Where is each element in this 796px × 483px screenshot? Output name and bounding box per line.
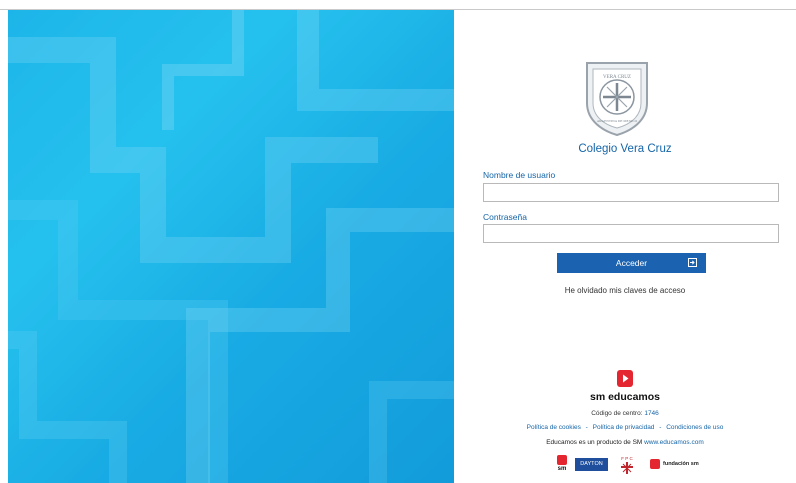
- password-input[interactable]: [483, 224, 779, 243]
- fpc-emblem-icon: [621, 462, 633, 474]
- fpc-logo-text: F P C: [621, 456, 633, 461]
- fundacion-logo-mark: [650, 459, 660, 469]
- sm-logo-text: sm: [557, 466, 567, 472]
- fpc-logo: F P C: [619, 456, 635, 474]
- center-code-label: Código de centro:: [591, 410, 643, 417]
- login-arrow-icon: [688, 258, 697, 267]
- legal-links: Política de cookies - Política de privac…: [454, 424, 796, 431]
- link-separator: -: [659, 424, 662, 431]
- center-code-value: 1746: [644, 410, 659, 417]
- decorative-background-panel: [8, 10, 454, 483]
- school-name: Colegio Vera Cruz: [578, 143, 672, 155]
- link-separator: -: [585, 424, 588, 431]
- window-top-border: [0, 0, 796, 10]
- password-label: Contraseña: [483, 212, 527, 222]
- school-crest-icon: VERA CRUZ ARGENTINA DE MEXICO: [586, 62, 648, 137]
- partner-logos: sm DAYTON F P C fundación sm: [454, 455, 796, 475]
- play-logo-icon: [617, 370, 633, 387]
- svg-text:VERA CRUZ: VERA CRUZ: [603, 75, 631, 80]
- product-info: Educamos es un producto de SM www.educam…: [454, 439, 796, 446]
- sm-logo-mark: [557, 455, 567, 465]
- dayton-logo: DAYTON: [575, 458, 608, 471]
- brand-name: sm educamos: [589, 391, 661, 403]
- cookies-policy-link[interactable]: Política de cookies: [527, 424, 581, 431]
- login-button-label: Acceder: [615, 258, 648, 268]
- login-button[interactable]: Acceder: [557, 253, 706, 273]
- sm-logo: sm: [555, 455, 569, 475]
- username-label: Nombre de usuario: [483, 170, 556, 180]
- forgot-credentials-link[interactable]: He olvidado mis claves de acceso: [454, 286, 796, 295]
- background-pattern: [8, 10, 454, 483]
- product-text: Educamos es un producto de SM: [546, 439, 643, 446]
- fundacion-logo-text: fundación sm: [663, 461, 699, 467]
- privacy-policy-link[interactable]: Política de privacidad: [593, 424, 655, 431]
- terms-of-use-link[interactable]: Condiciones de uso: [666, 424, 723, 431]
- svg-text:ARGENTINA DE MEXICO: ARGENTINA DE MEXICO: [597, 119, 638, 123]
- center-code: Código de centro: 1746: [454, 410, 796, 417]
- username-input[interactable]: [483, 183, 779, 202]
- login-panel: VERA CRUZ ARGENTINA DE MEXICO Colegio Ve…: [454, 10, 796, 483]
- educamos-website-link[interactable]: www.educamos.com: [644, 439, 704, 446]
